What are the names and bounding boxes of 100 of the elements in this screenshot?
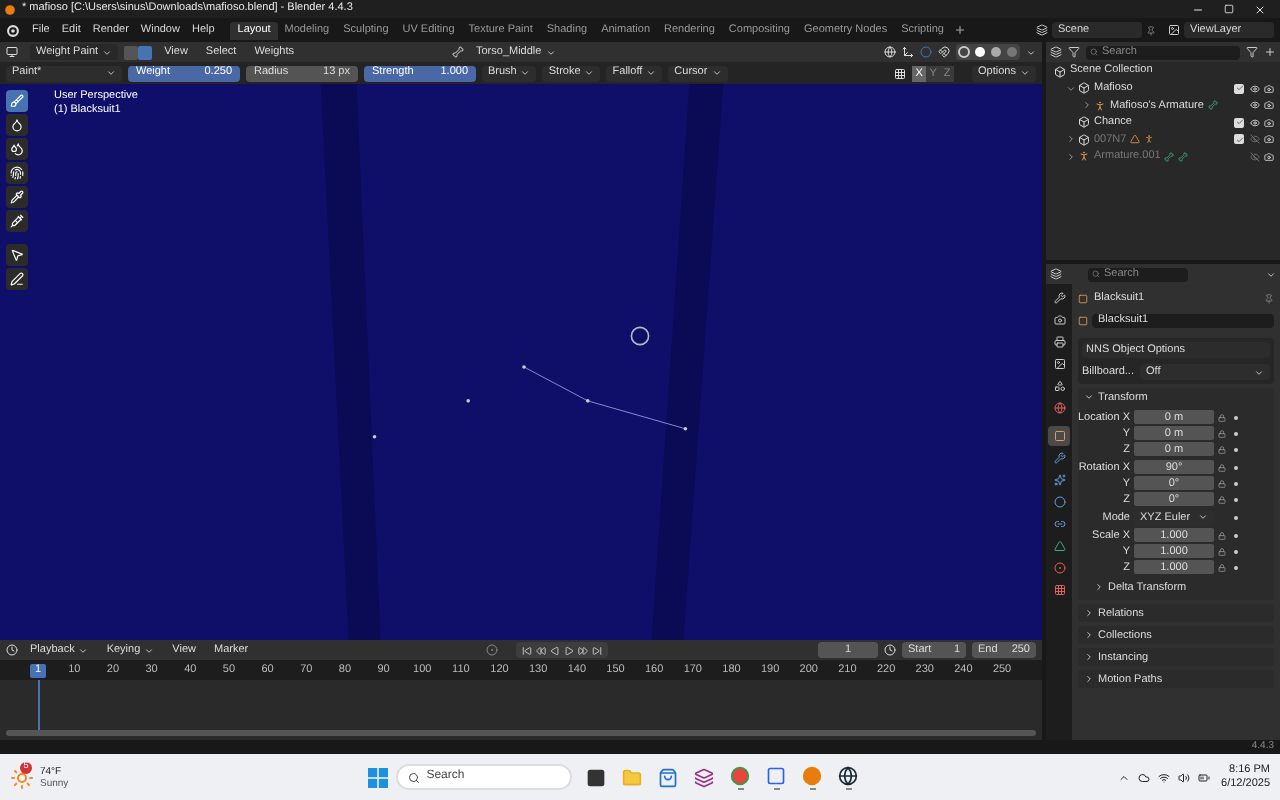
properties-tab[interactable] bbox=[1048, 536, 1070, 556]
shading-modes-icon[interactable] bbox=[956, 44, 1020, 60]
battery-icon[interactable] bbox=[1197, 771, 1210, 783]
shopping-bag-icon[interactable] bbox=[658, 767, 679, 787]
play-reverse-icon[interactable] bbox=[550, 645, 561, 655]
next-keyframe-icon[interactable] bbox=[578, 645, 589, 655]
lock-icon[interactable] bbox=[1218, 531, 1226, 540]
checkbox[interactable] bbox=[1234, 83, 1244, 94]
expand-icon[interactable] bbox=[1082, 100, 1092, 111]
smear-tool-icon bbox=[10, 166, 24, 180]
wifi-icon[interactable] bbox=[1157, 771, 1170, 783]
caret-icon bbox=[711, 68, 722, 78]
properties-tab[interactable] bbox=[1048, 288, 1070, 308]
transform-orientation-icon[interactable] bbox=[884, 46, 896, 58]
playback-controls[interactable] bbox=[516, 642, 609, 658]
editor-type-icon[interactable] bbox=[6, 644, 18, 656]
expand-icon[interactable] bbox=[1066, 151, 1076, 162]
properties-tab[interactable] bbox=[1048, 332, 1070, 352]
blur-tool-icon bbox=[10, 118, 24, 132]
lock-icon[interactable] bbox=[1218, 429, 1226, 438]
camera-icon[interactable] bbox=[1264, 151, 1274, 162]
search-icon bbox=[408, 771, 421, 783]
mask-toggle-icon[interactable] bbox=[124, 45, 153, 59]
play-icon[interactable] bbox=[564, 645, 575, 655]
tool-button[interactable] bbox=[6, 90, 28, 112]
maximize-icon[interactable] bbox=[1224, 4, 1234, 14]
tool-button[interactable] bbox=[6, 114, 28, 136]
square-app-icon[interactable] bbox=[766, 765, 787, 785]
bone-icon[interactable] bbox=[1207, 100, 1218, 111]
start-icon[interactable] bbox=[368, 767, 389, 787]
properties-tab[interactable] bbox=[1048, 470, 1070, 490]
disc-app-icon[interactable] bbox=[802, 765, 823, 785]
checkbox[interactable] bbox=[1234, 117, 1244, 128]
brush-cursor-icon bbox=[630, 326, 650, 346]
camera-icon[interactable] bbox=[1264, 83, 1274, 94]
lock-icon[interactable] bbox=[1218, 547, 1226, 556]
pin-icon[interactable] bbox=[1146, 25, 1156, 35]
previous-keyframe-icon[interactable] bbox=[536, 645, 547, 655]
jump-end-icon[interactable] bbox=[592, 645, 603, 655]
properties-tab[interactable] bbox=[1048, 426, 1070, 446]
average-tool-icon bbox=[10, 142, 24, 156]
tool-tab-icon bbox=[1053, 292, 1065, 304]
tool-button[interactable] bbox=[6, 186, 28, 208]
eye-icon[interactable] bbox=[1250, 83, 1260, 94]
scrollbar[interactable] bbox=[6, 730, 1036, 736]
display-mode-icon[interactable] bbox=[1050, 46, 1062, 58]
caret-icon bbox=[584, 68, 595, 78]
minimize-icon[interactable] bbox=[1192, 3, 1204, 15]
checkbox[interactable] bbox=[1234, 134, 1244, 145]
tool-button[interactable] bbox=[6, 268, 28, 290]
editor-type-icon[interactable] bbox=[1050, 268, 1062, 280]
properties-tab[interactable] bbox=[1048, 310, 1070, 330]
collapse-icon[interactable] bbox=[1066, 83, 1076, 94]
caret-icon bbox=[106, 68, 116, 78]
speaker-icon[interactable] bbox=[1177, 771, 1190, 783]
bone-icon[interactable] bbox=[1164, 151, 1175, 162]
symmetry-icon[interactable] bbox=[894, 67, 907, 79]
tool-button[interactable] bbox=[6, 244, 28, 266]
eye-closed-icon[interactable] bbox=[1250, 134, 1260, 145]
eye-closed-icon[interactable] bbox=[1250, 151, 1260, 162]
clock-icon[interactable] bbox=[884, 644, 896, 656]
lock-icon[interactable] bbox=[1218, 563, 1226, 572]
filter-icon[interactable] bbox=[1068, 46, 1080, 58]
lock-icon[interactable] bbox=[1218, 445, 1226, 454]
armature-icon[interactable] bbox=[1144, 134, 1155, 145]
dark-square-icon[interactable] bbox=[586, 767, 607, 787]
mesh-icon[interactable] bbox=[1130, 134, 1141, 145]
constraints-tab-icon bbox=[1053, 518, 1065, 530]
pin-icon[interactable] bbox=[1264, 294, 1274, 304]
lock-icon[interactable] bbox=[1218, 495, 1226, 504]
expand-icon[interactable] bbox=[1066, 134, 1076, 145]
close-icon[interactable] bbox=[1254, 3, 1266, 15]
lock-icon[interactable] bbox=[1218, 479, 1226, 488]
add-workspace-icon[interactable] bbox=[954, 23, 967, 35]
camera-icon[interactable] bbox=[1264, 134, 1274, 145]
tool-button[interactable] bbox=[6, 162, 28, 184]
editor-type-icon[interactable] bbox=[6, 46, 18, 58]
eye-icon[interactable] bbox=[1250, 100, 1260, 111]
object-icon[interactable] bbox=[1078, 316, 1088, 326]
data-tab-icon bbox=[1053, 540, 1065, 552]
browser-icon[interactable] bbox=[730, 765, 751, 785]
camera-icon[interactable] bbox=[1264, 117, 1274, 128]
chevron-up-icon[interactable] bbox=[1117, 771, 1130, 783]
cloud-icon[interactable] bbox=[1137, 771, 1150, 783]
eye-icon[interactable] bbox=[1250, 117, 1260, 128]
snap-icon[interactable] bbox=[938, 46, 950, 58]
new-collection-icon[interactable] bbox=[1264, 46, 1276, 58]
filter-icon[interactable] bbox=[1246, 46, 1258, 58]
camera-icon[interactable] bbox=[1264, 100, 1274, 111]
tool-button[interactable] bbox=[6, 138, 28, 160]
jump-start-icon[interactable] bbox=[522, 645, 533, 655]
tool-button[interactable] bbox=[6, 210, 28, 232]
gizmo-icon[interactable] bbox=[902, 46, 914, 58]
lock-icon[interactable] bbox=[1218, 463, 1226, 472]
record-icon[interactable] bbox=[486, 644, 499, 656]
bone-icon[interactable] bbox=[1178, 151, 1189, 162]
options-icon[interactable] bbox=[1266, 269, 1276, 279]
lock-icon[interactable] bbox=[1218, 413, 1226, 422]
shading-options-icon[interactable] bbox=[1026, 47, 1036, 57]
globe-app-icon[interactable] bbox=[838, 765, 859, 785]
